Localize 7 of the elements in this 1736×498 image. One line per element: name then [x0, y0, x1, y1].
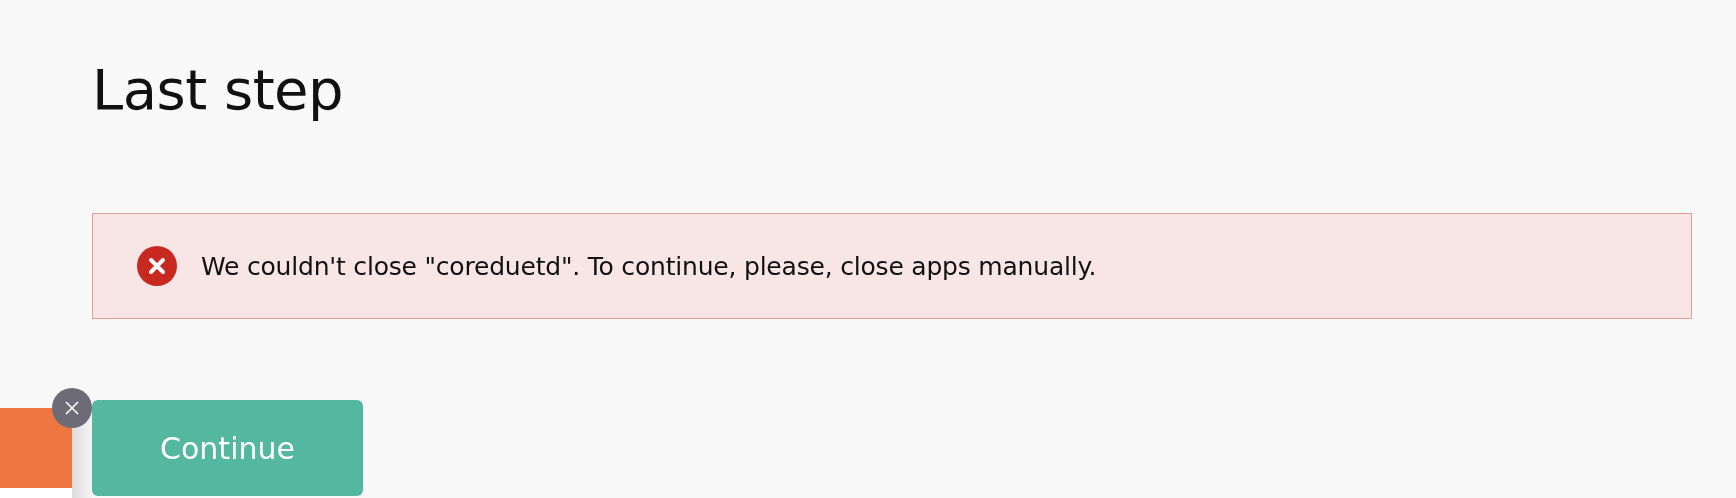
continue-button[interactable]: Continue: [92, 400, 363, 496]
error-message: We couldn't close "coreduetd". To continue, please, close apps manually.: [201, 251, 1097, 281]
error-icon: [137, 246, 177, 286]
close-icon: [65, 401, 79, 415]
panel-background: [0, 488, 72, 498]
close-button[interactable]: [52, 388, 92, 428]
page-title: Last step: [92, 56, 345, 124]
